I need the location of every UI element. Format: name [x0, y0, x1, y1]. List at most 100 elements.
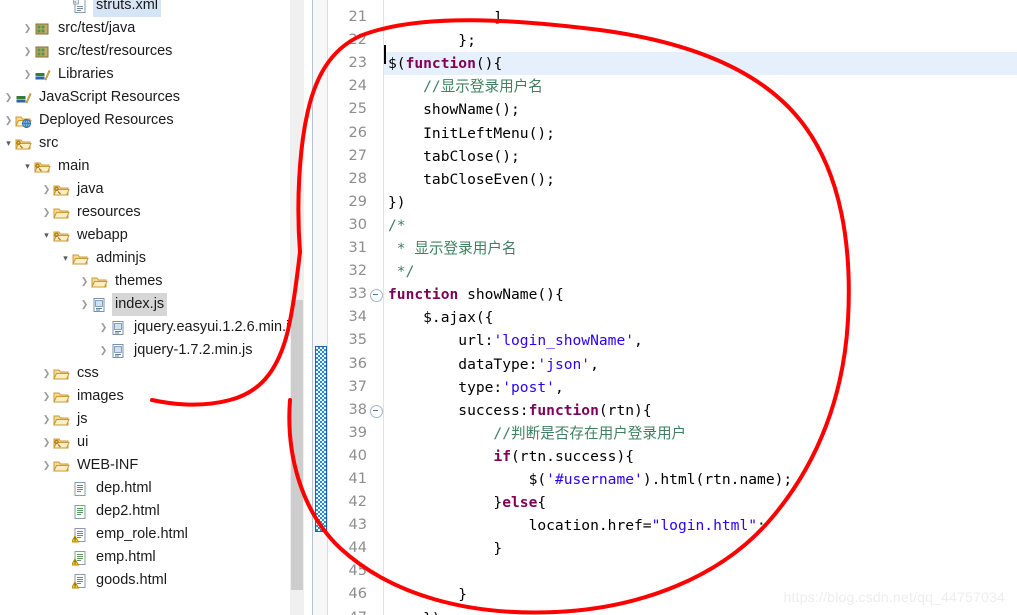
code-text-area[interactable]: ] }; $(function(){ //显示登录用户名 showName(); …: [384, 0, 1017, 615]
tree-item-src-test-resources[interactable]: ❯ src/test/resources: [0, 40, 290, 63]
tree-scrollbar-thumb[interactable]: [291, 300, 303, 590]
code-line[interactable]: tabCloseEven();: [384, 168, 1017, 191]
code-line[interactable]: };: [384, 29, 1017, 52]
tree-item-src[interactable]: ▾ src: [0, 132, 290, 155]
source-package-icon: [34, 21, 51, 37]
tree-item-css[interactable]: ❯ css: [0, 362, 290, 385]
tree-item-emp-role-html[interactable]: emp_role.html: [0, 523, 290, 546]
tree-item-js[interactable]: ❯ js: [0, 408, 290, 431]
code-line[interactable]: }): [384, 191, 1017, 214]
tree-item-main[interactable]: ▾ main: [0, 155, 290, 178]
code-line[interactable]: success:function(rtn){: [384, 399, 1017, 422]
tree-item-webapp[interactable]: ▾ webapp: [0, 224, 290, 247]
code-line[interactable]: * 显示登录用户名: [384, 237, 1017, 260]
chevron-right-icon[interactable]: ❯: [40, 454, 53, 477]
xml-file-icon: x: [72, 0, 89, 14]
chevron-right-icon[interactable]: ❯: [40, 408, 53, 431]
tree-item-label: resources: [77, 204, 141, 220]
tree-item-src-test-java[interactable]: ❯ src/test/java: [0, 17, 290, 40]
tree-item-jquery-easyui-1-2-6-min-js[interactable]: ❯ jquery.easyui.1.2.6.min.js: [0, 316, 290, 339]
chevron-down-icon[interactable]: ▾: [21, 155, 34, 178]
code-line[interactable]: url:'login_showName',: [384, 329, 1017, 352]
code-line[interactable]: }: [384, 537, 1017, 560]
editor-annotation-ruler[interactable]: [313, 0, 328, 615]
chevron-right-icon[interactable]: ❯: [78, 293, 91, 316]
tree-item-label: ui: [77, 434, 89, 450]
folder-icon: [72, 251, 89, 267]
code-line[interactable]: InitLeftMenu();: [384, 122, 1017, 145]
code-line[interactable]: $('#username').html(rtn.name);: [384, 468, 1017, 491]
chevron-right-icon[interactable]: ❯: [40, 431, 53, 454]
tree-item-label: JavaScript Resources: [39, 89, 181, 105]
line-number: 44: [348, 540, 367, 557]
code-line[interactable]: });: [384, 607, 1017, 615]
line-number: 35: [348, 332, 367, 349]
tree-item-deployed-resources[interactable]: ❯ Deployed Resources: [0, 109, 290, 132]
code-line[interactable]: location.href="login.html";: [384, 514, 1017, 537]
tree-item-java[interactable]: ❯ java: [0, 178, 290, 201]
tree-item-images[interactable]: ❯ images: [0, 385, 290, 408]
code-line[interactable]: if(rtn.success){: [384, 445, 1017, 468]
code-line[interactable]: [384, 560, 1017, 583]
chevron-right-icon[interactable]: ❯: [21, 63, 34, 86]
code-line[interactable]: $(function(){: [384, 52, 1017, 76]
code-line[interactable]: ]: [384, 6, 1017, 29]
code-line[interactable]: type:'post',: [384, 376, 1017, 399]
source-folder-icon: [53, 182, 70, 198]
tree-item-struts-xml[interactable]: x struts.xml: [0, 0, 290, 17]
tree-item-libraries[interactable]: ❯ Libraries: [0, 63, 290, 86]
chevron-right-icon[interactable]: ❯: [40, 385, 53, 408]
code-line[interactable]: //显示登录用户名: [384, 75, 1017, 98]
tree-item-javascript-resources[interactable]: ❯ JavaScript Resources: [0, 86, 290, 109]
code-line[interactable]: showName();: [384, 98, 1017, 121]
chevron-down-icon[interactable]: ▾: [59, 247, 72, 270]
tree-item-label: adminjs: [96, 250, 146, 266]
chevron-down-icon[interactable]: ▾: [40, 224, 53, 247]
js-file-icon: [110, 343, 127, 359]
chevron-right-icon[interactable]: ❯: [2, 109, 15, 132]
chevron-right-icon[interactable]: ❯: [78, 270, 91, 293]
tree-item-label: themes: [115, 273, 163, 289]
tree-item-dep-html[interactable]: dep.html: [0, 477, 290, 500]
tree-item-resources[interactable]: ❯ resources: [0, 201, 290, 224]
html-file-warning-icon: [70, 550, 89, 566]
line-number: 42: [348, 494, 367, 511]
code-editor[interactable]: 2021222324252627282930313233343536373839…: [313, 0, 1017, 615]
chevron-right-icon[interactable]: ❯: [21, 17, 34, 40]
project-explorer[interactable]: x struts.xml ❯ src/test/java ❯ src/test/resou…: [0, 0, 290, 615]
tree-item-label: emp.html: [96, 549, 156, 565]
code-line[interactable]: tabClose();: [384, 145, 1017, 168]
tree-item-ui[interactable]: ❯ ui: [0, 431, 290, 454]
fold-toggle-icon[interactable]: [370, 404, 383, 418]
tree-item-goods-html[interactable]: goods.html: [0, 569, 290, 592]
tree-item-emp-html[interactable]: emp.html: [0, 546, 290, 569]
tree-item-web-inf[interactable]: ❯ WEB-INF: [0, 454, 290, 477]
line-number: 21: [348, 9, 367, 26]
chevron-right-icon[interactable]: ❯: [40, 178, 53, 201]
code-line[interactable]: function showName(){: [384, 283, 1017, 306]
code-line[interactable]: dataType:'json',: [384, 353, 1017, 376]
chevron-right-icon[interactable]: ❯: [97, 339, 110, 362]
tree-item-dep2-html[interactable]: dep2.html: [0, 500, 290, 523]
code-line[interactable]: /*: [384, 214, 1017, 237]
chevron-right-icon[interactable]: ❯: [21, 40, 34, 63]
tree-item-themes[interactable]: ❯ themes: [0, 270, 290, 293]
deployed-resources-icon: [15, 113, 32, 129]
code-line[interactable]: $.ajax({: [384, 306, 1017, 329]
code-line[interactable]: */: [384, 260, 1017, 283]
code-folding-column[interactable]: [370, 0, 383, 615]
line-number: 47: [328, 607, 370, 615]
chevron-right-icon[interactable]: ❯: [2, 86, 15, 109]
fold-toggle-icon[interactable]: [370, 289, 383, 303]
tree-item-adminjs[interactable]: ▾ adminjs: [0, 247, 290, 270]
chevron-down-icon[interactable]: ▾: [2, 132, 15, 155]
chevron-right-icon[interactable]: ❯: [40, 201, 53, 224]
folder-icon: [53, 458, 70, 474]
line-number: 32: [348, 263, 367, 280]
tree-item-index-js[interactable]: ❯ index.js: [0, 293, 290, 316]
chevron-right-icon[interactable]: ❯: [97, 316, 110, 339]
code-line[interactable]: }else{: [384, 491, 1017, 514]
tree-item-jquery-1-7-2-min-js[interactable]: ❯ jquery-1.7.2.min.js: [0, 339, 290, 362]
code-line[interactable]: //判断是否存在用户登录用户: [384, 422, 1017, 445]
chevron-right-icon[interactable]: ❯: [40, 362, 53, 385]
